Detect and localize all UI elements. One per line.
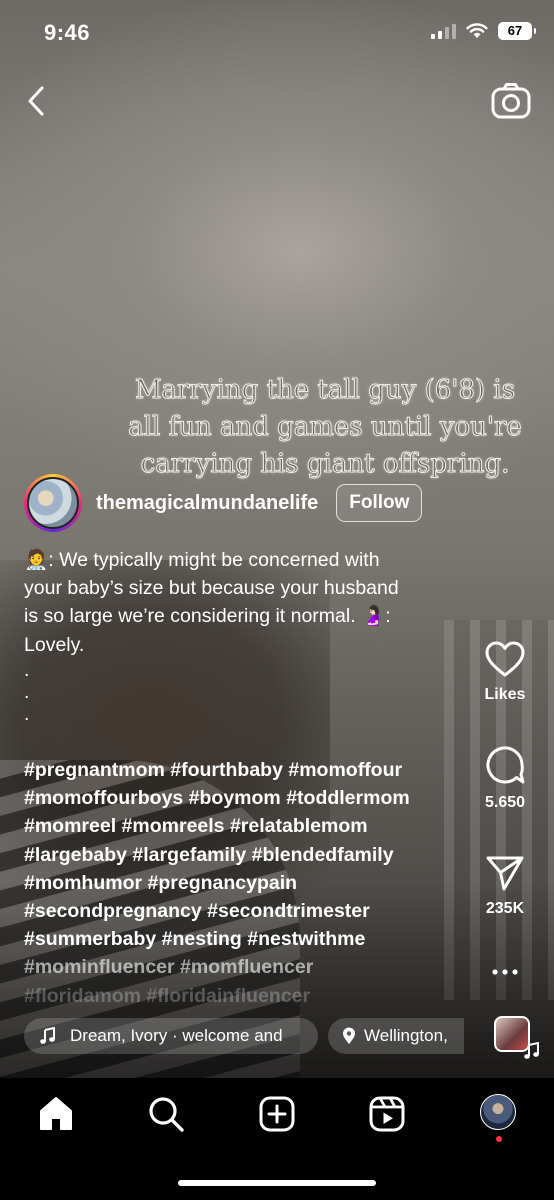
- battery-indicator: 67: [498, 22, 536, 40]
- hashtag-line[interactable]: #mominfluencer #momfluencer: [24, 953, 454, 981]
- caption-line: is so large we’re considering it normal.…: [24, 605, 391, 628]
- post-caption[interactable]: 🧑‍⚕️: We typically might be concerned wi…: [24, 546, 442, 725]
- author-row: themagicalmundanelife Follow: [24, 474, 423, 532]
- caption-dot: .: [24, 680, 30, 703]
- video-overlay-text: Marrying the tall guy (6'8) is all fun a…: [110, 372, 540, 483]
- shares-count: 235K: [485, 900, 525, 917]
- hashtag-line[interactable]: #momreel #momreels #relatablemom: [24, 812, 454, 840]
- likes-label: Likes: [484, 686, 526, 703]
- music-note-icon: [524, 1042, 539, 1059]
- location-pill[interactable]: Wellington,: [328, 1018, 464, 1054]
- caption-line: 🧑‍⚕️: We typically might be concerned wi…: [24, 549, 380, 571]
- heart-icon: [485, 641, 525, 677]
- search-icon: [149, 1097, 184, 1132]
- comment-bubble-icon: [486, 746, 525, 784]
- nav-reels[interactable]: [367, 1094, 407, 1134]
- nav-create[interactable]: [257, 1094, 297, 1134]
- hashtag-line[interactable]: #floridamom #floridainfluencer: [24, 982, 454, 1010]
- more-dots-icon: [492, 969, 518, 975]
- hashtag-line[interactable]: #pregnantmom #fourthbaby #momoffour: [24, 756, 454, 784]
- notification-dot: [496, 1136, 502, 1142]
- nav-home[interactable]: [36, 1094, 76, 1134]
- reels-icon: [369, 1096, 405, 1132]
- nav-search[interactable]: [146, 1094, 186, 1134]
- overlay-line: Marrying the tall guy (6'8) is: [134, 375, 516, 406]
- bottom-nav-bar: [0, 1078, 554, 1200]
- cellular-signal-icon: [431, 23, 456, 39]
- share-action[interactable]: 235K: [474, 854, 536, 918]
- caption-dot: .: [24, 658, 30, 681]
- comments-count: 5.650: [484, 794, 526, 811]
- hashtag-line[interactable]: #momoffourboys #boymom #toddlermom: [24, 784, 454, 812]
- create-post-icon: [259, 1096, 295, 1132]
- author-avatar-story-ring[interactable]: [24, 474, 82, 532]
- author-username[interactable]: themagicalmundanelife: [96, 492, 318, 515]
- paper-plane-icon: [486, 856, 524, 891]
- profile-avatar: [480, 1094, 516, 1130]
- camera-icon: [491, 83, 531, 119]
- caption-dot: .: [24, 702, 30, 725]
- overlay-line: all fun and games until you're: [128, 412, 523, 443]
- nav-profile[interactable]: [480, 1094, 520, 1142]
- home-indicator: [178, 1180, 376, 1186]
- wifi-icon: [466, 23, 488, 38]
- hashtag-line[interactable]: #momhumor #pregnancypain: [24, 869, 454, 897]
- hashtag-line[interactable]: #secondpregnancy #secondtrimester: [24, 897, 454, 925]
- status-time: 9:46: [44, 20, 91, 45]
- more-options-button[interactable]: [474, 962, 536, 982]
- home-icon: [40, 1097, 72, 1130]
- location-name: Wellington,: [364, 1026, 448, 1045]
- location-pin-icon: [343, 1027, 355, 1044]
- caption-line: your baby’s size but because your husban…: [24, 577, 399, 600]
- music-note-icon: [40, 1027, 55, 1044]
- back-button[interactable]: [20, 82, 54, 120]
- original-audio-button[interactable]: [494, 1016, 539, 1059]
- audio-pill[interactable]: Dream, Ivory · welcome and: [24, 1018, 318, 1054]
- reel-screen: 9:46 67 Marrying the tall guy (6'8) is a…: [0, 0, 554, 1200]
- comment-action[interactable]: 5.650: [474, 744, 536, 812]
- caption-line: Lovely.: [24, 633, 85, 656]
- hashtag-block: #pregnantmom #fourthbaby #momoffour #mom…: [24, 756, 454, 1010]
- follow-button[interactable]: Follow: [336, 484, 423, 522]
- audio-title: Dream, Ivory · welcome and: [70, 1026, 283, 1045]
- caption-dots: . . .: [24, 659, 442, 725]
- status-icons: 67: [431, 22, 536, 40]
- hashtag-line[interactable]: #summerbaby #nesting #nestwithme: [24, 925, 454, 953]
- chevron-left-icon: [28, 86, 44, 116]
- like-action[interactable]: Likes: [474, 640, 536, 704]
- author-avatar: [27, 477, 79, 529]
- hashtag-line[interactable]: #largebaby #largefamily #blendedfamily: [24, 841, 454, 869]
- camera-button[interactable]: [490, 80, 532, 122]
